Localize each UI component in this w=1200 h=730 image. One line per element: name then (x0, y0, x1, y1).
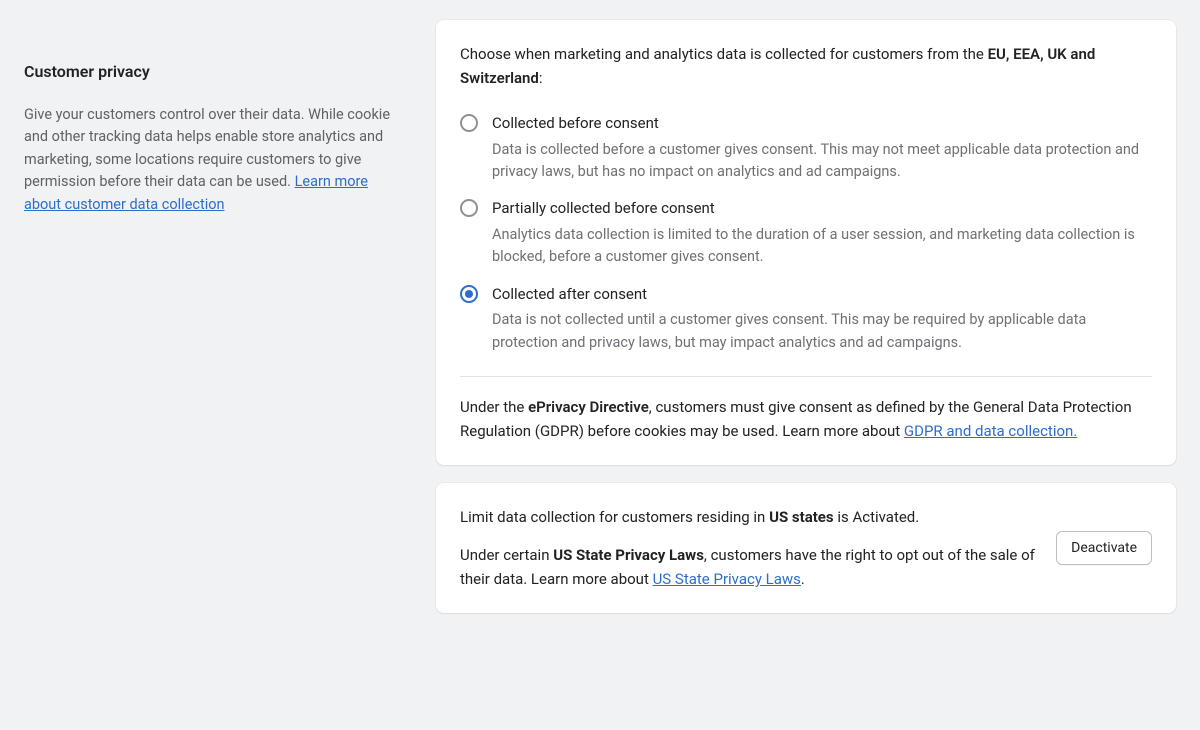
radio-content: Collected before consent Data is collect… (492, 112, 1152, 183)
line2-bold: US State Privacy Laws (553, 546, 704, 564)
radio-label-after[interactable]: Collected after consent (492, 283, 1152, 306)
divider (460, 376, 1152, 377)
sidebar: Customer privacy Give your customers con… (24, 20, 416, 613)
radio-input-after[interactable] (460, 285, 478, 303)
radio-input-partial[interactable] (460, 199, 478, 217)
radio-option-before: Collected before consent Data is collect… (460, 112, 1152, 183)
intro-line: Choose when marketing and analytics data… (460, 42, 1152, 90)
radio-content: Partially collected before consent Analy… (492, 197, 1152, 268)
radio-desc-before: Data is collected before a customer give… (492, 139, 1152, 184)
radio-option-after: Collected after consent Data is not coll… (460, 283, 1152, 354)
line1-prefix: Limit data collection for customers resi… (460, 508, 769, 526)
radio-desc-after: Data is not collected until a customer g… (492, 309, 1152, 354)
us-states-text: Limit data collection for customers resi… (460, 505, 1036, 591)
us-states-card: Limit data collection for customers resi… (436, 483, 1176, 613)
line2-end: . (801, 570, 805, 588)
eprivacy-note: Under the ePrivacy Directive, customers … (460, 395, 1152, 443)
us-states-desc-line: Under certain US State Privacy Laws, cus… (460, 543, 1036, 591)
us-privacy-link[interactable]: US State Privacy Laws (653, 570, 801, 588)
radio-input-before[interactable] (460, 114, 478, 132)
consent-radio-group: Collected before consent Data is collect… (460, 112, 1152, 354)
gdpr-link[interactable]: GDPR and data collection. (904, 422, 1077, 440)
line1-suffix: is Activated. (834, 508, 920, 526)
radio-label-partial[interactable]: Partially collected before consent (492, 197, 1152, 220)
radio-content: Collected after consent Data is not coll… (492, 283, 1152, 354)
radio-label-before[interactable]: Collected before consent (492, 112, 1152, 135)
us-states-status-line: Limit data collection for customers resi… (460, 505, 1036, 529)
deactivate-button[interactable]: Deactivate (1056, 531, 1152, 565)
sidebar-description: Give your customers control over their d… (24, 104, 408, 216)
consent-card: Choose when marketing and analytics data… (436, 20, 1176, 465)
radio-desc-partial: Analytics data collection is limited to … (492, 224, 1152, 269)
line1-bold: US states (769, 508, 834, 526)
line2-prefix: Under certain (460, 546, 553, 564)
sidebar-title: Customer privacy (24, 60, 408, 84)
settings-page: Customer privacy Give your customers con… (0, 0, 1200, 633)
note-prefix: Under the (460, 398, 528, 416)
main-content: Choose when marketing and analytics data… (436, 20, 1176, 613)
intro-suffix: : (539, 69, 543, 87)
radio-option-partial: Partially collected before consent Analy… (460, 197, 1152, 268)
note-bold: ePrivacy Directive (528, 398, 649, 416)
intro-prefix: Choose when marketing and analytics data… (460, 45, 988, 63)
